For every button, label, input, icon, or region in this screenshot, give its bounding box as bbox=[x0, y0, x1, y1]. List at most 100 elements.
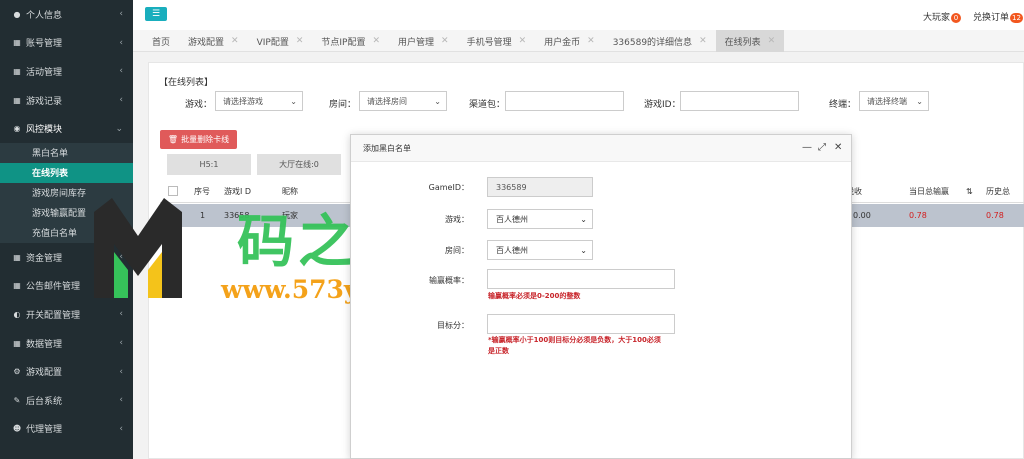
sort-icon[interactable]: ⇅ bbox=[966, 180, 973, 202]
chevron-down-icon: ⌄ bbox=[580, 245, 587, 255]
nav-item-backend[interactable]: ✎ 后台系统 ‹ bbox=[0, 386, 133, 415]
watermark-logo bbox=[88, 192, 188, 305]
chevron-left-icon: ‹ bbox=[119, 95, 123, 106]
tab-vip-config[interactable]: VIP配置 ✕ bbox=[248, 30, 313, 52]
chevron-down-icon: ⌄ bbox=[434, 96, 441, 106]
minimize-icon[interactable]: — bbox=[802, 142, 812, 153]
room-filter-label: 房间： bbox=[329, 100, 357, 110]
chevron-left-icon: ‹ bbox=[119, 338, 123, 349]
close-icon[interactable]: ✕ bbox=[372, 36, 380, 46]
probability-label: 输赢概率： bbox=[429, 276, 469, 285]
close-icon[interactable]: ✕ bbox=[834, 142, 842, 153]
nav-item-game-config[interactable]: ⚙ 游戏配置 ‹ bbox=[0, 357, 133, 386]
channel-filter-input[interactable] bbox=[505, 91, 624, 111]
gameid-filter-label: 游戏ID： bbox=[644, 100, 681, 110]
tab-home[interactable]: 首页 bbox=[143, 30, 179, 52]
game-filter-label: 游戏： bbox=[185, 100, 213, 110]
grid-icon: ▦ bbox=[13, 252, 21, 262]
close-icon[interactable]: ✕ bbox=[768, 36, 776, 46]
chevron-left-icon: ‹ bbox=[119, 309, 123, 320]
target-score-input[interactable] bbox=[487, 314, 675, 334]
nav-item-game-records[interactable]: ▦ 游戏记录 ‹ bbox=[0, 86, 133, 115]
cell-tax: 0.00 bbox=[853, 211, 871, 220]
user-icon: ● bbox=[13, 9, 21, 19]
top-link-exchange-orders[interactable]: 兑换订单 12 bbox=[973, 10, 1023, 23]
room-filter-select[interactable]: 请选择房间 ⌄ bbox=[359, 91, 447, 111]
col-history: 历史总 bbox=[986, 186, 1010, 196]
toggle-icon: ◐ bbox=[13, 309, 21, 319]
tab-game-config[interactable]: 游戏配置 ✕ bbox=[179, 30, 248, 52]
nav-item-data[interactable]: ▦ 数据管理 ‹ bbox=[0, 329, 133, 358]
close-icon[interactable]: ✕ bbox=[231, 36, 239, 46]
target-score-hint: *输赢概率小于100则目标分必须是负数，大于100必须 是正数 bbox=[488, 336, 661, 355]
gameid-field[interactable]: 336589 bbox=[487, 177, 593, 197]
tab-node-ip-config[interactable]: 节点IP配置 ✕ bbox=[312, 30, 389, 52]
dialog-title: 添加黑白名单 bbox=[363, 143, 411, 153]
grid-icon: ▦ bbox=[13, 281, 21, 291]
close-icon[interactable]: ✕ bbox=[441, 36, 449, 46]
channel-filter-label: 渠道包： bbox=[469, 100, 506, 110]
chevron-left-icon: ‹ bbox=[119, 395, 123, 406]
gameid-filter-input[interactable] bbox=[680, 91, 799, 111]
maximize-icon[interactable]: ⤢ bbox=[818, 142, 826, 153]
batch-delete-button[interactable]: 🗑 批量删除卡线 bbox=[160, 130, 237, 149]
probability-hint: 输赢概率必须是0-200的整数 bbox=[488, 292, 581, 300]
room-select[interactable]: 百人德州 ⌄ bbox=[487, 240, 593, 260]
col-no: 序号 bbox=[194, 186, 210, 196]
grid-icon: ▦ bbox=[13, 38, 21, 48]
dialog-header: 添加黑白名单 — ⤢ ✕ bbox=[351, 135, 851, 162]
game-select[interactable]: 百人德州 ⌄ bbox=[487, 209, 593, 229]
menu-toggle-button[interactable]: ☰ bbox=[145, 7, 167, 21]
game-filter-select[interactable]: 请选择游戏 ⌄ bbox=[215, 91, 303, 111]
chevron-down-icon: ⌄ bbox=[290, 96, 297, 106]
h5-online-button[interactable]: H5:1 bbox=[167, 154, 251, 175]
nav-item-profile[interactable]: ● 个人信息 ‹ bbox=[0, 0, 133, 29]
nav-item-risk-control[interactable]: ◉ 风控模块 ⌄ bbox=[0, 114, 133, 143]
col-today-winloss: 当日总输赢 bbox=[909, 186, 949, 196]
chevron-left-icon: ‹ bbox=[119, 9, 123, 20]
hamburger-icon: ☰ bbox=[151, 9, 161, 19]
tab-online-list[interactable]: 在线列表 ✕ bbox=[715, 30, 785, 52]
target-score-label: 目标分： bbox=[437, 321, 469, 330]
eye-icon: ◉ bbox=[13, 124, 21, 134]
probability-input[interactable] bbox=[487, 269, 675, 289]
gameid-label: GameID： bbox=[428, 183, 469, 192]
close-icon[interactable]: ✕ bbox=[699, 36, 707, 46]
close-icon[interactable]: ✕ bbox=[296, 36, 304, 46]
tab-bar: 首页 游戏配置 ✕ VIP配置 ✕ 节点IP配置 ✕ 用户管理 ✕ 手机号管理 ✕ 用户金… bbox=[133, 30, 1024, 52]
sub-item-online-list[interactable]: 在线列表 bbox=[0, 162, 133, 183]
cell-no: 1 bbox=[200, 211, 206, 220]
big-player-badge: 0 bbox=[951, 12, 962, 23]
terminal-filter-select[interactable]: 请选择终端 ⌄ bbox=[859, 91, 929, 111]
tab-user-coins[interactable]: 用户金币 ✕ bbox=[535, 30, 604, 52]
chevron-left-icon: ‹ bbox=[119, 366, 123, 377]
chevron-left-icon: ‹ bbox=[119, 423, 123, 434]
wrench-icon: ✎ bbox=[13, 395, 21, 405]
terminal-filter-label: 终端： bbox=[829, 100, 857, 110]
chevron-down-icon: ⌄ bbox=[580, 214, 587, 224]
game-label: 游戏： bbox=[445, 215, 469, 224]
close-icon[interactable]: ✕ bbox=[587, 36, 595, 46]
tab-phone-management[interactable]: 手机号管理 ✕ bbox=[458, 30, 536, 52]
chevron-left-icon: ‹ bbox=[119, 66, 123, 77]
nav-item-agents[interactable]: ☻ 代理管理 ‹ bbox=[0, 415, 133, 444]
chevron-down-icon: ⌄ bbox=[916, 96, 923, 106]
tab-user-detail[interactable]: 336589的详细信息 ✕ bbox=[604, 30, 716, 52]
grid-icon: ▦ bbox=[13, 338, 21, 348]
cell-history: 0.78 bbox=[986, 211, 1004, 220]
sub-item-blackwhite-list[interactable]: 黑白名单 bbox=[0, 143, 133, 163]
close-icon[interactable]: ✕ bbox=[519, 36, 527, 46]
tab-user-management[interactable]: 用户管理 ✕ bbox=[389, 30, 458, 52]
cell-today-winloss: 0.78 bbox=[909, 211, 927, 220]
nav-item-accounts[interactable]: ▦ 账号管理 ‹ bbox=[0, 29, 133, 58]
chevron-left-icon: ‹ bbox=[119, 37, 123, 48]
nav-item-activities[interactable]: ▦ 活动管理 ‹ bbox=[0, 57, 133, 86]
trash-icon: 🗑 bbox=[167, 135, 179, 144]
top-bar: ☰ 大玩家 0 兑换订单 12 bbox=[133, 0, 1024, 30]
room-label: 房间： bbox=[445, 246, 469, 255]
grid-icon: ▦ bbox=[13, 95, 21, 105]
top-link-big-player[interactable]: 大玩家 0 bbox=[923, 10, 962, 23]
users-icon: ☻ bbox=[12, 424, 22, 434]
hall-online-button[interactable]: 大厅在线:0 bbox=[257, 154, 341, 175]
exchange-orders-badge: 12 bbox=[1010, 12, 1023, 23]
